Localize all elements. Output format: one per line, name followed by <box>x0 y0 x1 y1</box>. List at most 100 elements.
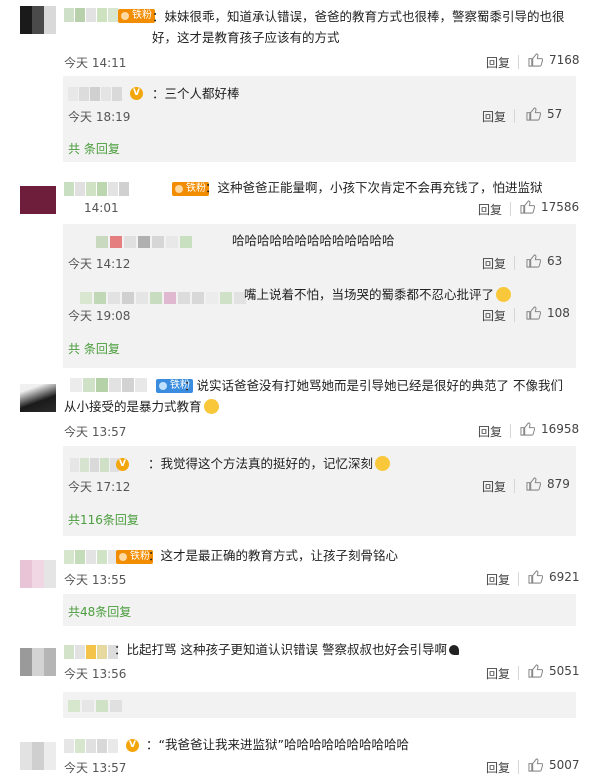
reply-text: ：我觉得这个方法真的挺好的，记忆深刻 <box>148 453 391 474</box>
comment-time: 今天 13:57 <box>64 425 127 439</box>
divider <box>518 760 519 774</box>
reply-time: 今天 14:12 <box>68 257 131 271</box>
reply-username[interactable] <box>70 457 119 473</box>
avatar[interactable] <box>20 6 56 34</box>
verified-badge: V <box>126 739 139 752</box>
reply-time: 今天 19:08 <box>68 309 131 323</box>
reply-button[interactable]: 回复 <box>482 478 506 495</box>
thumbs-up-icon <box>526 107 541 121</box>
verified-badge: V <box>130 87 143 100</box>
like-button[interactable]: 7168 <box>528 53 580 67</box>
reply-text: 哈哈哈哈哈哈哈哈哈哈哈哈哈 <box>232 233 395 248</box>
thumbs-up-icon <box>528 664 543 678</box>
like-button[interactable]: 108 <box>526 306 570 320</box>
avatar[interactable] <box>20 186 56 214</box>
reply-time: 今天 17:12 <box>68 480 131 494</box>
like-count: 7168 <box>549 53 580 67</box>
username[interactable] <box>64 644 118 660</box>
thumbs-up-icon <box>526 254 541 268</box>
blurred-text <box>68 700 122 712</box>
like-button[interactable]: 16958 <box>520 422 579 436</box>
comment-time: 今天 13:57 <box>64 761 127 775</box>
avatar[interactable] <box>20 742 56 770</box>
like-count: 879 <box>547 477 570 491</box>
like-count: 5051 <box>549 664 580 678</box>
thumbs-up-icon <box>520 200 535 214</box>
like-button[interactable]: 5051 <box>528 664 580 678</box>
avatar[interactable] <box>20 648 56 676</box>
reply-button[interactable]: 回复 <box>486 54 510 71</box>
divider <box>514 109 515 123</box>
fan-badge: 铁粉 <box>118 9 155 23</box>
like-count: 6921 <box>549 570 580 584</box>
comment-text: ：妹妹很乖，知道承认错误，爸爸的教育方式也很棒，警察蜀黍引导的也很好，这才是教育… <box>152 9 565 45</box>
thumbs-up-icon <box>528 758 543 772</box>
reply-button[interactable]: 回复 <box>478 201 502 218</box>
comment-time: 今天 13:55 <box>64 573 127 587</box>
thumbs-up-icon <box>528 53 543 67</box>
divider <box>514 308 515 322</box>
avatar[interactable] <box>20 384 56 412</box>
divider <box>510 202 511 216</box>
like-button[interactable]: 57 <box>526 107 562 121</box>
reply-button[interactable]: 回复 <box>486 665 510 682</box>
reply-box <box>63 594 576 626</box>
more-replies-link[interactable]: 共48条回复 <box>68 603 131 620</box>
like-count: 16958 <box>541 422 580 436</box>
like-button[interactable]: 5007 <box>528 758 580 772</box>
more-replies-link[interactable]: 共 条回复 <box>68 140 120 157</box>
username[interactable] <box>64 738 118 754</box>
like-count: 63 <box>547 254 563 268</box>
thumbs-up-icon <box>528 570 543 584</box>
comment-text: ：说实话爸爸没有打她骂她而是引导她已经是很好的典范了 不像我们从小接受的是暴力式… <box>64 378 563 414</box>
divider <box>514 256 515 270</box>
comment-text: ：这才是最正确的教育方式，让孩子刻骨铭心 <box>148 548 399 563</box>
reply-time: 今天 18:19 <box>68 110 131 124</box>
username[interactable] <box>64 7 118 23</box>
username[interactable] <box>64 181 129 197</box>
avatar[interactable] <box>20 560 56 588</box>
reply-username[interactable] <box>68 86 122 102</box>
reply-button[interactable]: 回复 <box>486 571 510 588</box>
like-button[interactable]: 17586 <box>520 200 579 214</box>
reply-text: 嘴上说着不怕，当场哭的蜀黍都不忍心批评了 <box>244 284 512 305</box>
like-button[interactable]: 879 <box>526 477 570 491</box>
reply-button[interactable]: 回复 <box>478 423 502 440</box>
divider <box>514 479 515 493</box>
like-button[interactable]: 6921 <box>528 570 580 584</box>
thumbs-up-emoji-icon <box>375 456 391 471</box>
fan-badge: 铁粉 <box>172 182 209 196</box>
divider <box>510 424 511 438</box>
comment-time: 今天 14:11 <box>64 56 127 70</box>
comment-time: 14:01 <box>84 201 119 215</box>
divider <box>518 55 519 69</box>
comment-time: 今天 13:56 <box>64 667 127 681</box>
username[interactable] <box>64 549 118 565</box>
reply-username[interactable] <box>96 236 192 248</box>
reply-text: ：三个人都好棒 <box>152 86 240 101</box>
like-count: 57 <box>547 107 563 121</box>
reply-box <box>63 692 576 718</box>
thumbs-up-icon <box>520 422 535 436</box>
reply-button[interactable]: 回复 <box>482 255 506 272</box>
comment-text: ：比起打骂 这种孩子更知道认识错误 警察叔叔也好会引导啊 <box>114 639 459 660</box>
divider <box>518 666 519 680</box>
smile-emoji-icon <box>203 399 219 414</box>
like-count: 108 <box>547 306 570 320</box>
reply-username[interactable] <box>80 292 246 304</box>
like-count: 17586 <box>541 200 580 214</box>
reply-button[interactable]: 回复 <box>486 759 510 776</box>
verified-badge: V <box>116 458 129 471</box>
comment-text: ：这种爸爸正能量啊，小孩下次肯定不会再充钱了，怕进监狱 <box>205 180 543 195</box>
more-replies-link[interactable]: 共116条回复 <box>68 511 139 528</box>
thumbs-up-icon <box>526 306 541 320</box>
laughing-emoji-icon <box>496 287 512 302</box>
reply-button[interactable]: 回复 <box>482 108 506 125</box>
like-count: 5007 <box>549 758 580 772</box>
wave-hand-icon <box>448 645 459 655</box>
reply-button[interactable]: 回复 <box>482 307 506 324</box>
more-replies-link[interactable]: 共 条回复 <box>68 340 120 357</box>
comment-text: ：“我爸爸让我来进监狱”哈哈哈哈哈哈哈哈哈哈 <box>146 737 409 752</box>
thumbs-up-icon <box>526 477 541 491</box>
like-button[interactable]: 63 <box>526 254 562 268</box>
